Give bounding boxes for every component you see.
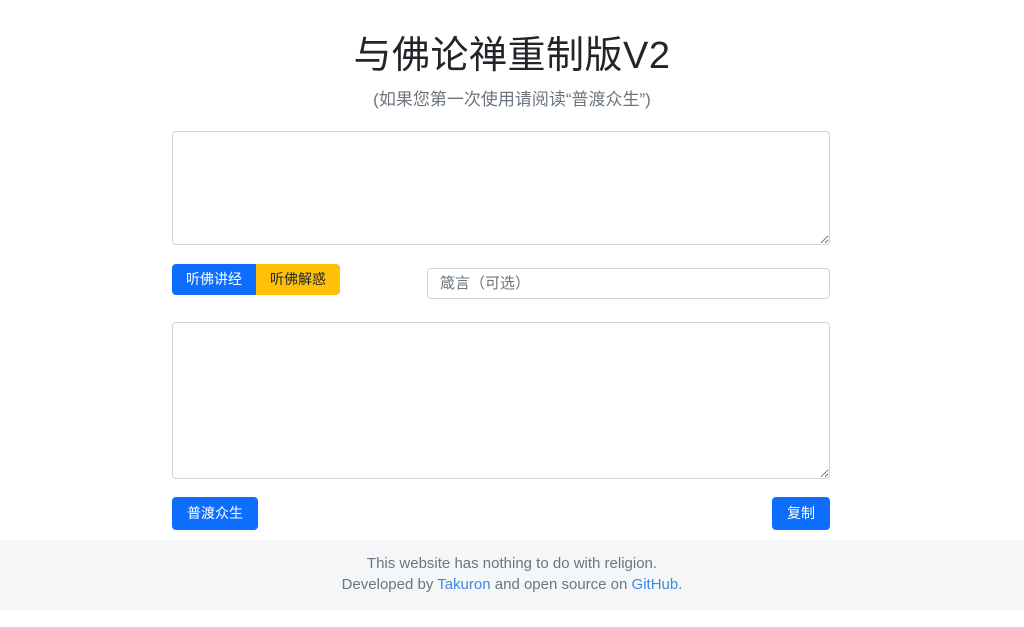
footer-credits-prefix: Developed by (342, 576, 438, 593)
mode-decode-button[interactable]: 听佛解惑 (256, 264, 340, 295)
main-content: 听佛讲经 听佛解惑 普渡众生 复制 (172, 131, 830, 530)
page-footer: This website has nothing to do with reli… (0, 540, 1024, 610)
page-header: 与佛论禅重制版V2 (如果您第一次使用请阅读“普渡众生”) (0, 0, 1024, 110)
footer-credits: Developed by Takuron and open source on … (0, 574, 1024, 595)
primary-action-button[interactable]: 普渡众生 (172, 497, 258, 530)
footer-disclaimer: This website has nothing to do with reli… (0, 553, 1024, 574)
github-link[interactable]: GitHub (632, 576, 679, 593)
result-text-textarea[interactable] (172, 322, 830, 479)
footer-credits-middle: and open source on (491, 576, 632, 593)
page-subtitle: (如果您第一次使用请阅读“普渡众生”) (0, 85, 1024, 110)
mode-encode-button[interactable]: 听佛讲经 (172, 264, 256, 295)
source-text-textarea[interactable] (172, 131, 830, 245)
controls-row: 听佛讲经 听佛解惑 (172, 264, 830, 299)
author-link[interactable]: Takuron (437, 576, 490, 593)
mode-button-group: 听佛讲经 听佛解惑 (172, 264, 340, 295)
copy-button[interactable]: 复制 (772, 497, 830, 530)
bottom-row: 普渡众生 复制 (172, 497, 830, 530)
proverb-input[interactable] (427, 268, 830, 299)
page-title: 与佛论禅重制版V2 (0, 34, 1024, 80)
footer-credits-suffix: . (678, 576, 682, 593)
